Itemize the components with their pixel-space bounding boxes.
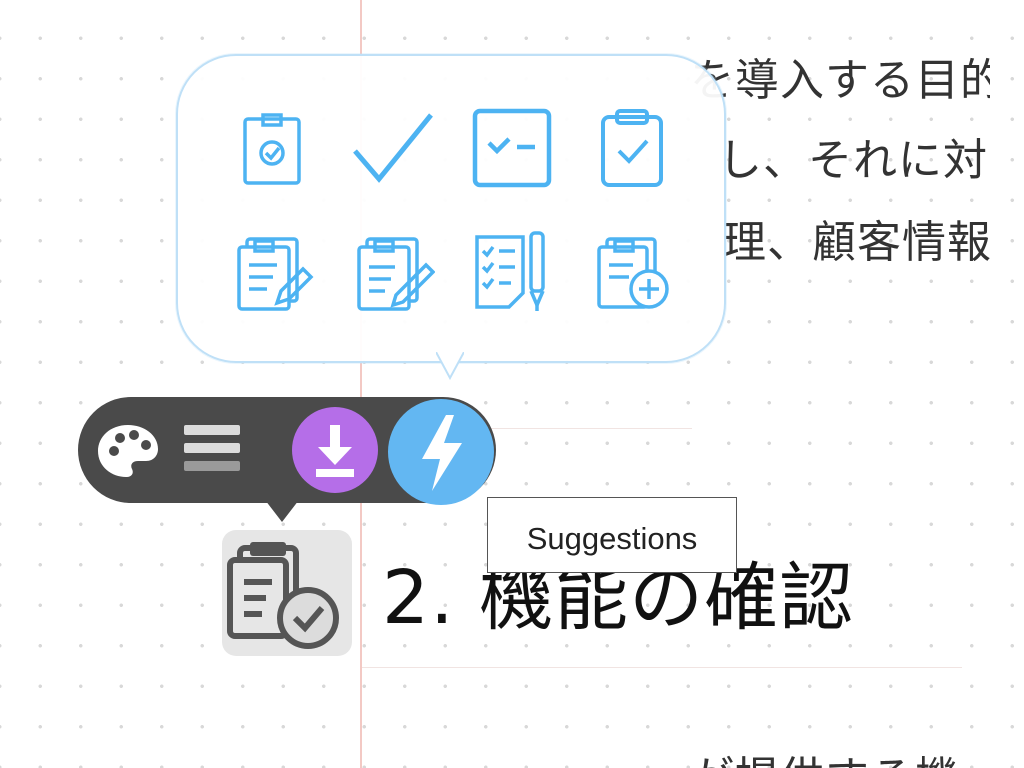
suggestions-tooltip: Suggestions <box>487 497 737 573</box>
checkbox-list-icon[interactable] <box>466 102 558 194</box>
bolt-icon[interactable] <box>388 399 494 505</box>
palette-icon[interactable] <box>96 421 160 481</box>
download-icon[interactable] <box>292 407 378 493</box>
clipboard-add-icon[interactable] <box>586 224 678 316</box>
clipboard-tick-icon[interactable] <box>586 102 678 194</box>
clipboard-pencil-icon[interactable] <box>346 224 438 316</box>
clipboard-check-icon[interactable] <box>226 102 318 194</box>
popover-pointer <box>436 352 464 380</box>
document-line: が提供する機 <box>690 742 960 768</box>
icon-suggestions-popover <box>176 54 726 363</box>
icon-grid <box>216 102 686 322</box>
document-line: し、それに対 <box>718 135 988 186</box>
toolbar-pointer <box>262 496 302 522</box>
heading-clipboard-check-icon[interactable] <box>222 530 352 656</box>
document-line: を導入する目的 <box>690 55 990 106</box>
document-line: 理、顧客情報 <box>722 217 990 268</box>
checkmark-icon[interactable] <box>346 102 438 194</box>
checklist-pen-icon[interactable] <box>466 224 558 316</box>
block-toolbar <box>78 397 496 505</box>
clipboard-edit-icon[interactable] <box>226 224 318 316</box>
lines-icon[interactable] <box>180 419 248 479</box>
